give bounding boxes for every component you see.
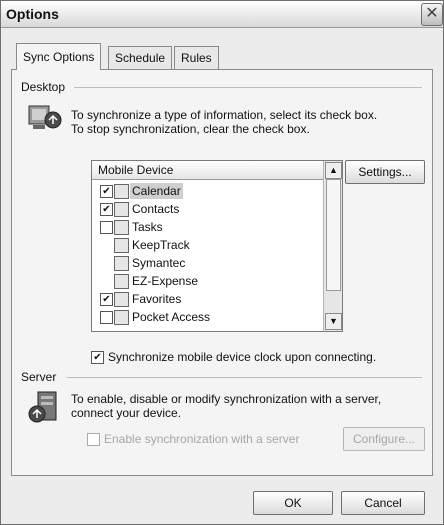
server-sync-icon — [28, 391, 57, 423]
contacts-icon — [114, 202, 129, 217]
keeptrack-label: KeepTrack — [132, 238, 190, 252]
list-header[interactable]: Mobile Device — [92, 161, 328, 180]
server-description-1: To enable, disable or modify synchroniza… — [71, 392, 382, 406]
tab-sync-options[interactable]: Sync Options — [16, 43, 102, 70]
contacts-checkbox[interactable]: ✔ — [100, 203, 113, 216]
symantec-icon — [114, 256, 129, 271]
server-group-label: Server — [21, 370, 57, 384]
server-description-2: connect your device. — [71, 406, 182, 420]
mobile-device-list[interactable]: Mobile Device ✔ Calendar ✔ Contacts Task… — [91, 160, 343, 332]
scroll-thumb[interactable] — [326, 179, 341, 291]
list-item-ez-expense[interactable]: EZ-Expense — [96, 272, 320, 290]
calendar-checkbox[interactable]: ✔ — [100, 185, 113, 198]
pocket-access-checkbox[interactable] — [100, 311, 113, 324]
favorites-label: Favorites — [132, 292, 182, 306]
desktop-group-label: Desktop — [21, 80, 66, 94]
server-divider — [67, 377, 422, 378]
contacts-label: Contacts — [132, 202, 180, 216]
list-item-symantec[interactable]: Symantec — [96, 254, 320, 272]
close-icon: ✕ — [425, 5, 439, 22]
window-title: Options — [6, 6, 59, 22]
enable-server-checkbox[interactable] — [87, 433, 100, 446]
close-button[interactable]: ✕ — [421, 3, 443, 26]
desktop-description-1: To synchronize a type of information, se… — [71, 108, 378, 122]
favorites-icon — [114, 292, 129, 307]
cancel-button[interactable]: Cancel — [341, 491, 425, 515]
enable-server-label: Enable synchronization with a server — [104, 432, 300, 446]
list-item-pocket-access[interactable]: Pocket Access — [96, 308, 320, 326]
symantec-label: Symantec — [132, 256, 186, 270]
configure-button[interactable]: Configure... — [343, 427, 425, 451]
tab-schedule[interactable]: Schedule — [108, 46, 173, 69]
list-item-keeptrack[interactable]: KeepTrack — [96, 236, 320, 254]
scroll-down-button[interactable]: ▼ — [325, 313, 342, 330]
settings-button[interactable]: Settings... — [345, 160, 425, 184]
tasks-label: Tasks — [132, 220, 163, 234]
pocket-access-icon — [114, 310, 129, 325]
sync-clock-label: Synchronize mobile device clock upon con… — [108, 350, 377, 364]
tab-rules[interactable]: Rules — [174, 46, 219, 69]
calendar-icon — [114, 184, 129, 199]
tasks-checkbox[interactable] — [100, 221, 113, 234]
list-item-tasks[interactable]: Tasks — [96, 218, 320, 236]
title-bar[interactable]: Options ✕ — [1, 1, 443, 28]
keeptrack-icon — [114, 238, 129, 253]
options-window: Options ✕ Sync Options Schedule Rules De… — [0, 0, 444, 525]
list-item-calendar[interactable]: ✔ Calendar — [96, 182, 320, 200]
list-item-favorites[interactable]: ✔ Favorites — [96, 290, 320, 308]
ok-button[interactable]: OK — [253, 491, 333, 515]
pocket-access-label: Pocket Access — [132, 310, 211, 324]
tasks-icon — [114, 220, 129, 235]
desktop-sync-icon — [28, 105, 62, 129]
desktop-description-2: To stop synchronization, clear the check… — [71, 122, 310, 136]
scroll-up-button[interactable]: ▲ — [325, 162, 342, 179]
list-scrollbar[interactable]: ▲ ▼ — [323, 161, 342, 331]
sync-options-panel: Desktop To synchronize a type of informa… — [11, 69, 433, 476]
list-item-contacts[interactable]: ✔ Contacts — [96, 200, 320, 218]
sync-clock-checkbox[interactable]: ✔ — [91, 351, 104, 364]
desktop-divider — [74, 87, 422, 88]
ez-expense-label: EZ-Expense — [132, 274, 199, 288]
ez-expense-icon — [114, 274, 129, 289]
calendar-label: Calendar — [130, 183, 183, 199]
favorites-checkbox[interactable]: ✔ — [100, 293, 113, 306]
